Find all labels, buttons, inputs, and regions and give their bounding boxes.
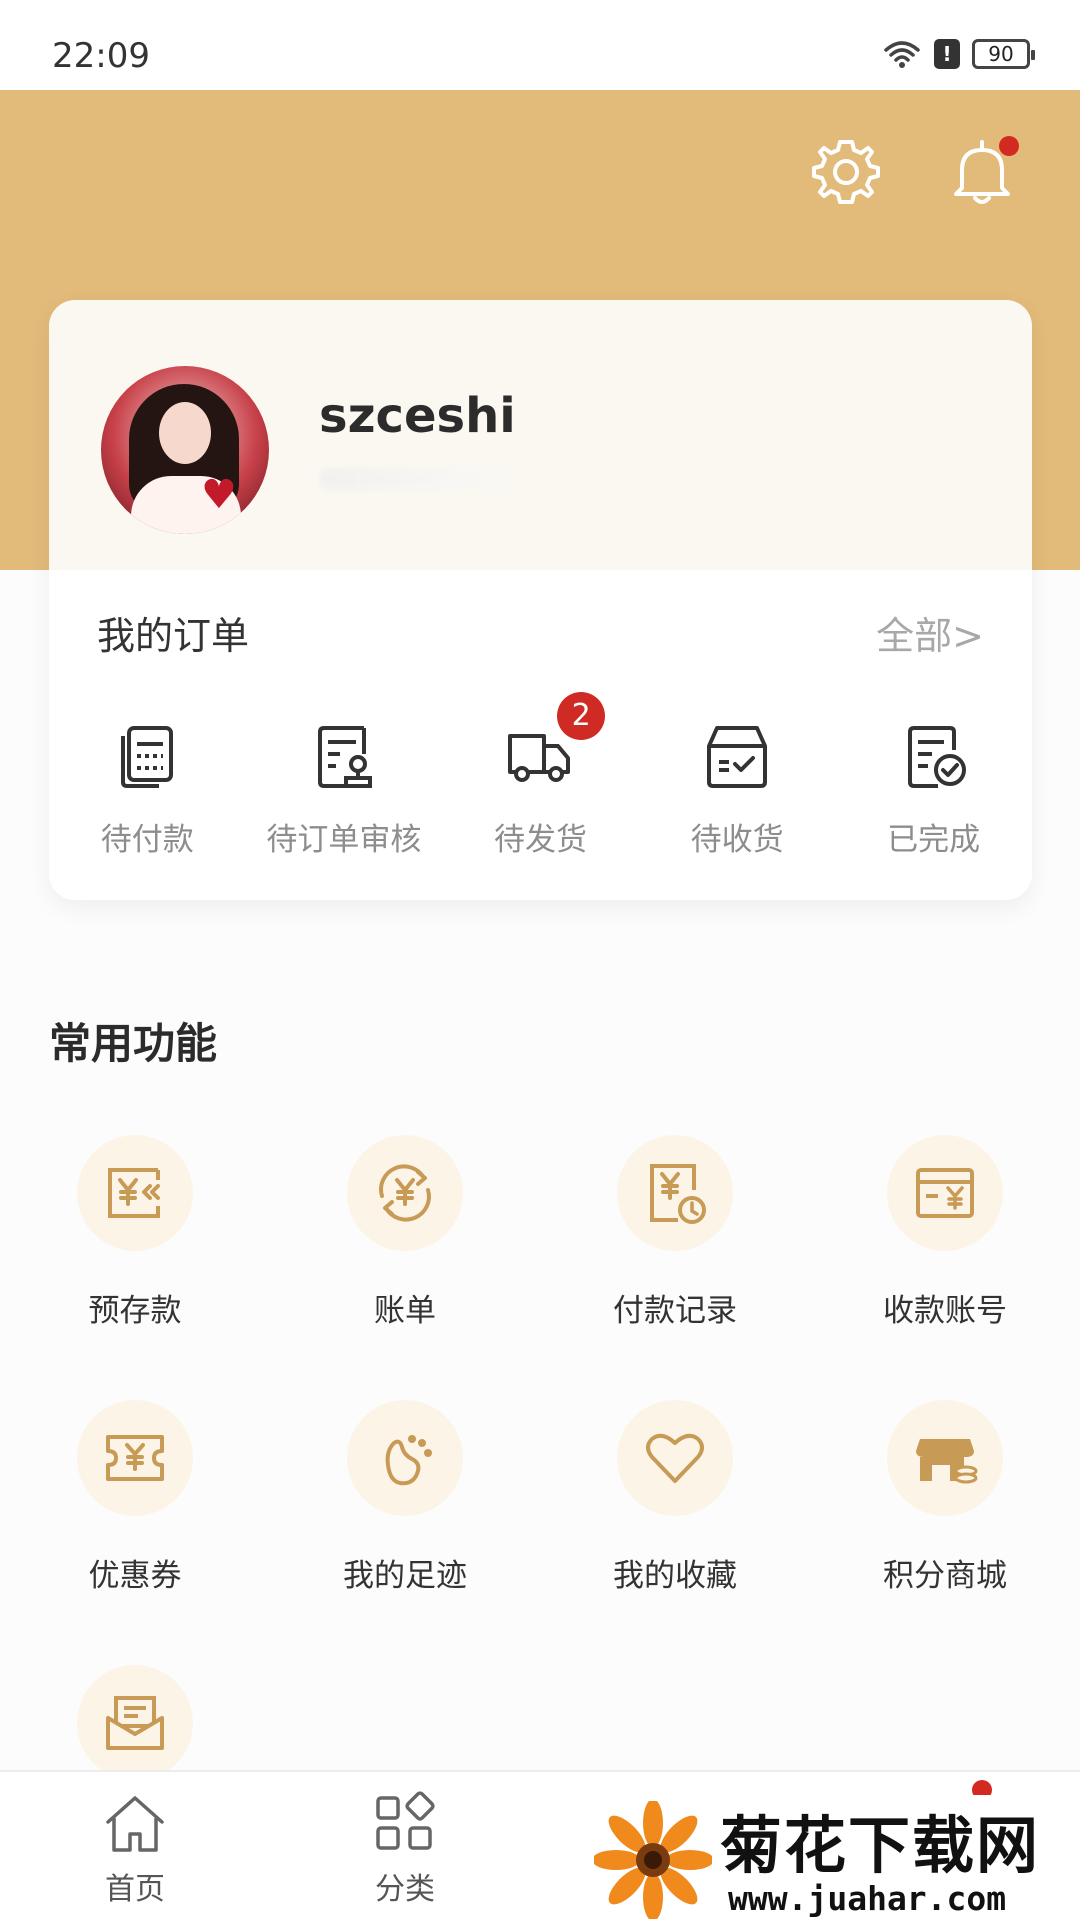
func-bill[interactable]: 账单 — [270, 1135, 540, 1330]
common-functions-title: 常用功能 — [49, 1019, 218, 1068]
func-payment-records[interactable]: 付款记录 — [540, 1135, 810, 1330]
orders-title: 我的订单 — [97, 614, 250, 658]
order-count-badge: 2 — [557, 692, 606, 740]
watermark-title: 菊花下载网 — [720, 1809, 1041, 1882]
order-pending-payment[interactable]: 待付款 — [49, 720, 246, 880]
order-label: 待发货 — [493, 822, 587, 858]
status-bar: 22:09 ! 90 — [0, 0, 1080, 90]
func-points-store[interactable]: 积分商城 — [810, 1400, 1080, 1595]
watermark: 菊花下载网 www.juahar.com — [588, 1795, 1080, 1920]
order-status-row: 待付款 待订单审核 2 待发货 待收货 已完成 — [49, 692, 1032, 880]
orders-all-link[interactable]: 全部> — [876, 605, 984, 660]
profile-card: ♥ szceshi 我的订单 全部> 待付款 待订单审核 2 待发货 待收货 已… — [49, 300, 1032, 900]
func-coupon[interactable]: 优惠券 — [0, 1400, 270, 1595]
func-receiving-account[interactable]: 收款账号 — [810, 1135, 1080, 1330]
notification-dot — [999, 136, 1019, 156]
tab-category[interactable]: 分类 — [345, 1790, 465, 1908]
order-pending-shipment[interactable]: 2 待发货 — [442, 692, 639, 880]
flower-logo-icon — [594, 1801, 712, 1919]
document-stamp-icon — [317, 726, 372, 788]
avatar[interactable]: ♥ — [101, 366, 269, 534]
order-label: 已完成 — [887, 822, 981, 858]
order-completed[interactable]: 已完成 — [835, 720, 1032, 880]
status-time: 22:09 — [52, 36, 150, 76]
watermark-url: www.juahar.com — [728, 1879, 1007, 1918]
points-store-icon — [916, 1439, 978, 1484]
heart-icon — [646, 1433, 704, 1483]
battery-icon: 90 — [972, 39, 1035, 69]
footprint-icon — [385, 1435, 432, 1486]
order-pending-receipt[interactable]: 待收货 — [639, 720, 836, 880]
tab-home[interactable]: 首页 — [75, 1790, 195, 1908]
order-label: 待订单审核 — [266, 822, 422, 858]
inbox-check-icon — [707, 726, 768, 788]
payment-record-icon — [650, 1164, 706, 1224]
prepaid-yen-icon — [108, 1168, 160, 1218]
category-grid-icon — [376, 1791, 435, 1850]
bill-refresh-yen-icon — [379, 1164, 431, 1222]
func-favorites[interactable]: 我的收藏 — [540, 1400, 810, 1595]
order-pending-review[interactable]: 待订单审核 — [246, 720, 443, 880]
order-label: 待付款 — [100, 822, 194, 858]
blurred-subtitle — [319, 468, 519, 490]
func-footprint[interactable]: 我的足迹 — [270, 1400, 540, 1595]
username: szceshi — [319, 388, 516, 444]
order-label: 待收货 — [690, 822, 784, 858]
home-icon — [106, 1796, 164, 1852]
func-prepaid[interactable]: 预存款 — [0, 1135, 270, 1330]
mail-icon — [106, 1696, 164, 1750]
receiving-card-icon — [916, 1168, 974, 1218]
status-icons: ! 90 — [882, 38, 1035, 70]
clipboard-list-icon — [121, 726, 174, 788]
coupon-icon — [106, 1435, 164, 1481]
wifi-icon — [884, 41, 920, 68]
document-check-icon — [907, 726, 966, 788]
gear-icon[interactable] — [810, 136, 882, 208]
sim-alert-icon: ! — [934, 39, 960, 69]
